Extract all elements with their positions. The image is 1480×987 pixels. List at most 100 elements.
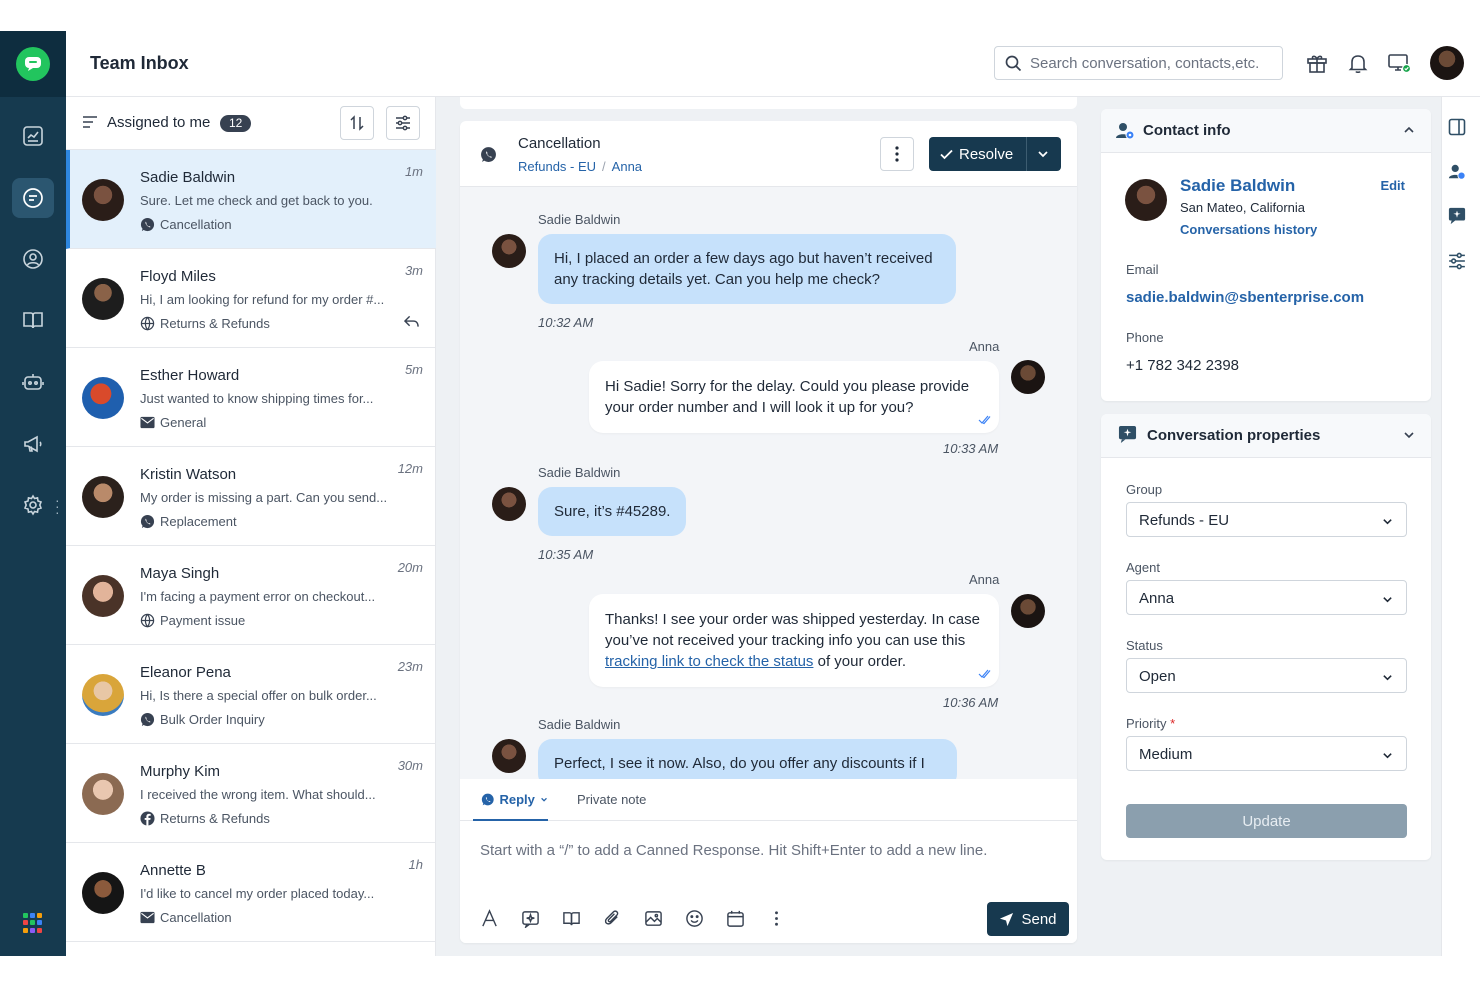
email-icon	[140, 911, 155, 924]
conversation-item[interactable]: Murphy Kim 30m I received the wrong item. …	[66, 744, 436, 843]
conversation-properties-card: Conversation properties Group Refunds - …	[1101, 414, 1431, 860]
menu-icon[interactable]	[82, 115, 98, 129]
conversation-preview: I'm facing a payment error on checkout..…	[140, 589, 376, 604]
conversation-item[interactable]: Annette B 1h I'd like to cancel my order p…	[66, 843, 436, 942]
bot-icon[interactable]	[12, 362, 54, 402]
conversation-time: 1h	[408, 857, 423, 872]
contact-phone: +1 782 342 2398	[1126, 357, 1240, 374]
dashboard-icon[interactable]	[12, 116, 54, 156]
rail-more-icon[interactable]: · · ·	[55, 493, 60, 519]
message-bubble-incoming: Perfect, I see it now. Also, do you offe…	[538, 739, 957, 779]
search-box[interactable]	[994, 46, 1283, 80]
email-icon	[140, 416, 155, 429]
search-input[interactable]	[1030, 54, 1270, 72]
tag-label: Payment issue	[160, 613, 246, 628]
message-bubble-incoming: Sure, it’s #45289.	[538, 487, 687, 536]
properties-header[interactable]: Conversation properties	[1101, 414, 1431, 458]
filter-label[interactable]: Assigned to me	[107, 114, 210, 131]
properties-icon[interactable]	[1448, 207, 1466, 225]
priority-select[interactable]: Medium	[1126, 736, 1407, 771]
app-frame: ··· Team Inbox Assigned to me 12	[0, 31, 1480, 956]
conversation-item[interactable]: Sadie Baldwin 1m Sure. Let me check and ge…	[66, 150, 436, 249]
campaigns-icon[interactable]	[12, 424, 54, 464]
message-text: Hi Sadie! Sorry for the delay. Could you…	[605, 378, 970, 416]
contact-icon[interactable]	[1448, 163, 1466, 181]
whatsapp-icon	[140, 217, 155, 232]
edit-contact-link[interactable]: Edit	[1380, 178, 1405, 193]
contact-email[interactable]: sadie.baldwin@sbenterprise.com	[1126, 289, 1364, 306]
app-switcher-icon[interactable]	[23, 913, 43, 933]
more-icon[interactable]	[767, 909, 786, 928]
user-avatar[interactable]	[1430, 46, 1464, 80]
conversation-item[interactable]: Kristin Watson 12m My order is missing a p…	[66, 447, 436, 546]
message-sender: Sadie Baldwin	[538, 717, 621, 732]
monitor-status-icon[interactable]	[1387, 51, 1411, 75]
list-header: Assigned to me 12	[66, 97, 436, 150]
conversation-tag: Cancellation	[140, 217, 232, 232]
status-select[interactable]: Open	[1126, 658, 1407, 693]
contact-info-header[interactable]: Contact info	[1101, 109, 1431, 153]
app-logo[interactable]	[0, 31, 66, 97]
tracking-link[interactable]: tracking link to check the status	[605, 653, 813, 670]
canned-response-icon[interactable]	[521, 909, 540, 928]
chevron-up-icon[interactable]	[1403, 124, 1415, 136]
avatar	[82, 773, 124, 815]
tag-label: Returns & Refunds	[160, 316, 270, 331]
text-format-icon[interactable]	[480, 909, 499, 928]
contact-info-card: Contact info Sadie Baldwin Edit San Mate…	[1101, 109, 1431, 401]
gift-icon[interactable]	[1305, 51, 1329, 75]
tag-label: Bulk Order Inquiry	[160, 712, 265, 727]
chevron-down-icon	[1383, 519, 1392, 525]
group-select[interactable]: Refunds - EU	[1126, 502, 1407, 537]
resolve-dropdown-icon[interactable]	[1037, 148, 1049, 160]
tab-private-note[interactable]: Private note	[577, 792, 646, 807]
knowledge-base-icon[interactable]	[562, 909, 581, 928]
contact-icon	[1116, 123, 1135, 140]
conversation-preview: Sure. Let me check and get back to you.	[140, 193, 373, 208]
inbox-icon[interactable]	[12, 178, 54, 218]
conversations-history-link[interactable]: Conversations history	[1180, 222, 1317, 237]
conversation-name: Esther Howard	[140, 367, 240, 384]
sort-button[interactable]	[340, 106, 374, 140]
settings-icon[interactable]	[12, 485, 54, 525]
whatsapp-icon	[481, 793, 494, 805]
message-bubble-incoming: Hi, I placed an order a few days ago but…	[538, 234, 956, 304]
breadcrumb-agent[interactable]: Anna	[612, 159, 642, 174]
calendar-icon[interactable]	[726, 909, 745, 928]
conversation-tag: Replacement	[140, 514, 237, 529]
conversation-time: 23m	[397, 659, 423, 674]
tag-label: Cancellation	[160, 217, 232, 232]
emoji-icon[interactable]	[685, 909, 704, 928]
update-button[interactable]: Update	[1126, 804, 1407, 838]
filter-sliders-icon[interactable]	[1448, 252, 1466, 270]
panel-toggle-icon[interactable]	[1448, 118, 1466, 136]
tag-label: Cancellation	[160, 910, 232, 925]
tab-reply[interactable]: Reply	[473, 779, 548, 821]
attachment-icon[interactable]	[603, 909, 622, 928]
contact-info-title: Contact info	[1143, 122, 1231, 139]
bell-icon[interactable]	[1346, 51, 1370, 75]
image-icon[interactable]	[644, 909, 663, 928]
conversation-item[interactable]: Maya Singh 20m I'm facing a payment error …	[66, 546, 436, 645]
conversation-item[interactable]: Esther Howard 5m Just wanted to know shipp…	[66, 348, 436, 447]
conversation-title: Cancellation	[518, 135, 601, 152]
conversation-item[interactable]: Floyd Miles 3m Hi, I am looking for refund…	[66, 249, 436, 348]
reply-composer: Reply Private note Send	[460, 779, 1077, 943]
breadcrumb-group[interactable]: Refunds - EU	[518, 159, 596, 174]
chevron-down-icon	[541, 797, 547, 802]
resolve-button[interactable]: Resolve	[929, 137, 1061, 171]
message-input[interactable]	[480, 842, 1060, 859]
filter-button[interactable]	[386, 106, 420, 140]
search-icon	[1005, 55, 1022, 71]
send-button[interactable]: Send	[987, 902, 1069, 936]
knowledge-base-icon[interactable]	[12, 300, 54, 340]
kebab-icon	[895, 146, 899, 162]
chevron-down-icon[interactable]	[1403, 429, 1415, 441]
properties-icon	[1118, 425, 1137, 444]
contacts-icon[interactable]	[12, 239, 54, 279]
agent-select[interactable]: Anna	[1126, 580, 1407, 615]
more-options-button[interactable]	[880, 137, 914, 171]
conversation-preview: I'd like to cancel my order placed today…	[140, 886, 375, 901]
resolve-divider	[1026, 137, 1027, 171]
conversation-item[interactable]: Eleanor Pena 23m Hi, Is there a special of…	[66, 645, 436, 744]
